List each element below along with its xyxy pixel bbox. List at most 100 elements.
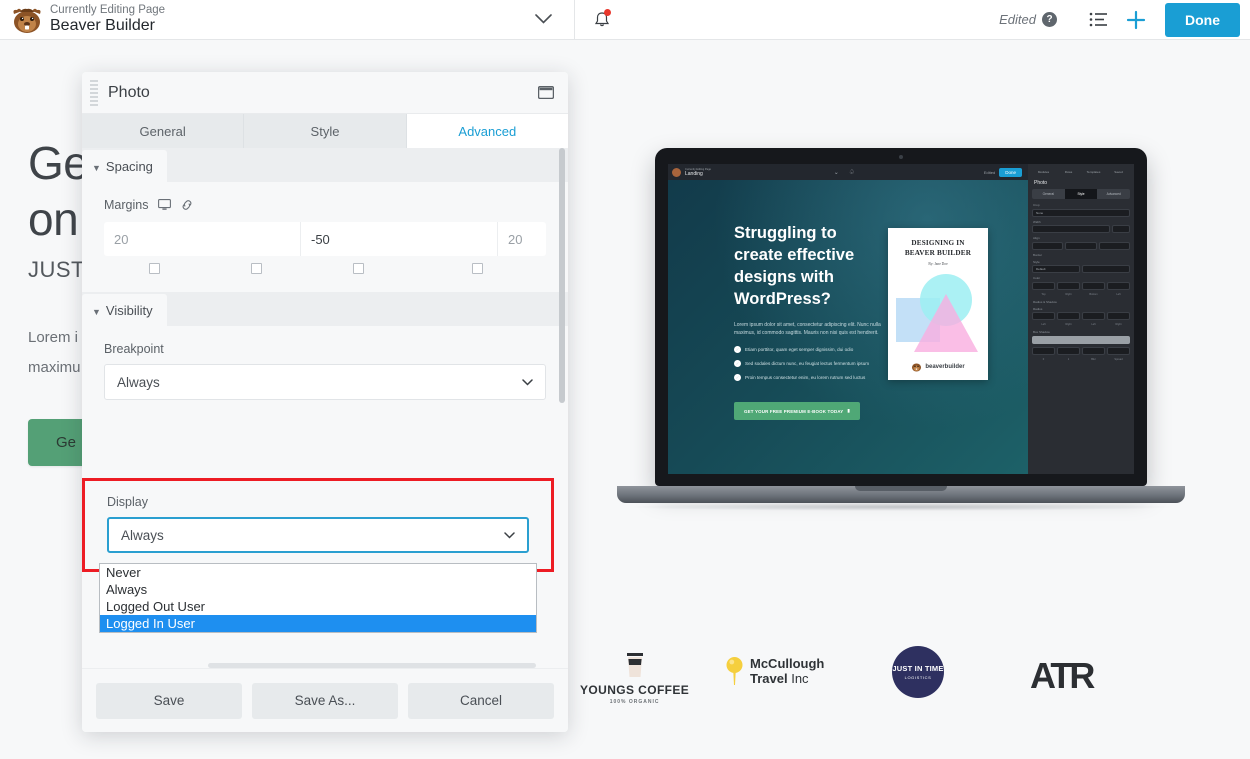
check-circle-icon: ✓ [734, 346, 741, 353]
beaver-logo-icon[interactable] [0, 5, 46, 35]
laptop-field-label-crop: Crop [1033, 203, 1040, 207]
margin-left-checkbox[interactable] [471, 263, 483, 274]
display-select[interactable]: Always [107, 517, 529, 553]
logo-youngs-coffee: YOUNGS COFFEE 100% ORGANIC [580, 652, 689, 705]
bullet-text: Etiam porttitor, quam eget semper dignis… [745, 347, 854, 352]
margins-label-row: Margins [104, 198, 546, 214]
tab-saved: Saved [1114, 170, 1123, 174]
save-button[interactable]: Save [96, 682, 242, 719]
bell-icon[interactable] [575, 0, 629, 40]
desktop-monitor-icon[interactable] [158, 199, 171, 214]
laptop-panel-tabs: Modules Rows Templates Saved [1032, 168, 1130, 176]
dock-window-icon[interactable] [537, 85, 555, 100]
display-label: Display [107, 495, 148, 509]
caption-right2: Right [1115, 323, 1122, 326]
bullet-text: Sed sodales dictum nunc, eu feugiat lect… [745, 361, 870, 366]
ebook-cover: DESIGNING IN BEAVER BUILDER By: Jane Doe [888, 228, 988, 380]
laptop-field-label-width: Width [1033, 219, 1041, 224]
tab-style[interactable]: Style [244, 114, 407, 148]
caption-left: Left [1041, 323, 1046, 326]
spacing-section-body: Margins px [82, 182, 568, 292]
dropdown-option-always[interactable]: Always [100, 581, 536, 598]
margin-bottom-checkbox[interactable] [352, 263, 364, 274]
ebook-author: By: Jane Doe [928, 262, 948, 266]
laptop-radius-br [1082, 312, 1105, 320]
laptop-bw-top [1032, 281, 1055, 290]
tab-modules: Modules [1037, 170, 1050, 174]
laptop-radius-captions: Left Right Left Right [1032, 323, 1130, 326]
laptop-shadow-blur [1082, 346, 1105, 355]
beaverbuilder-logo: beaverbuilder [888, 362, 988, 372]
visibility-section-label: Visibility [105, 303, 153, 318]
margin-bottom-input[interactable] [498, 222, 546, 256]
laptop-bar-title: Landing [685, 170, 703, 177]
link-chain-icon[interactable] [180, 199, 194, 214]
beaver-logo-icon [672, 167, 681, 177]
editing-subtitle: Currently Editing Page [50, 4, 166, 16]
atr-wordmark: ATR [1030, 655, 1095, 696]
scrollbar-thumb[interactable] [559, 148, 565, 403]
laptop-radius-tl [1032, 312, 1055, 320]
laptop-field-label-align: Align [1033, 236, 1040, 240]
display-field-highlight: Display Always Never Always Logged Out U… [82, 478, 554, 633]
coffee-cup-icon [626, 653, 643, 677]
laptop-done-button: Done [999, 167, 1022, 177]
laptop-edited-status: Edited [983, 169, 996, 175]
bullet-text: Proin tempus consectetur enim, eu lorem … [745, 375, 866, 380]
dropdown-option-never[interactable]: Never [100, 564, 536, 581]
drag-grip-icon[interactable] [90, 79, 98, 106]
logo-travel: Travel [750, 671, 788, 686]
check-circle-icon: ✓ [734, 360, 741, 367]
caption-top: Top [1041, 292, 1046, 296]
margins-inputs-row: px [104, 222, 546, 256]
logo-name: JUST IN TIME [892, 664, 944, 673]
laptop-field-label-width2: Color [1033, 276, 1041, 280]
caption-right: Right [1065, 292, 1072, 296]
breakpoint-field: Breakpoint Always [104, 342, 546, 400]
cancel-button[interactable]: Cancel [408, 682, 554, 719]
margin-top-input[interactable] [104, 222, 301, 256]
margin-right-input[interactable] [301, 222, 498, 256]
laptop-field-label-radius: Radius [1033, 306, 1043, 311]
caption-y: 1 [1067, 357, 1070, 361]
panel-scrollbar[interactable] [559, 148, 565, 668]
laptop-shadow-captions: 0 1 Blur Spread [1032, 358, 1130, 361]
tab-general[interactable]: General [82, 114, 245, 148]
logo-subtitle: LOGISTICS [904, 675, 932, 680]
chevron-down-icon[interactable] [535, 11, 552, 28]
spacing-section-toggle[interactable]: ▼ Spacing [82, 150, 167, 182]
breakpoint-select[interactable]: Always [104, 364, 546, 400]
margin-top-checkbox[interactable] [149, 263, 161, 274]
laptop-align-row [1032, 241, 1130, 250]
laptop-shadow-spread [1107, 346, 1130, 355]
laptop-shadow-x [1032, 346, 1055, 355]
logo-text: McCullough Travel Inc [750, 656, 824, 686]
admin-bar: Currently Editing Page Beaver Builder Ed… [0, 0, 1250, 40]
help-icon[interactable]: ? [1042, 12, 1057, 27]
panel-footer: Save Save As... Cancel [82, 668, 568, 732]
done-button[interactable]: Done [1165, 2, 1240, 37]
margins-label: Margins [104, 198, 149, 212]
margin-right-checkbox[interactable] [250, 263, 262, 274]
laptop-cta-button: GET YOUR FREE PREMIUM E-BOOK TODAY ▮ [734, 402, 861, 420]
laptop-bw-bottom [1082, 281, 1105, 290]
save-as-button[interactable]: Save As... [252, 682, 398, 719]
laptop-style-row: Default [1032, 265, 1130, 273]
module-settings-panel: Photo General Style Advanced ▼ Spacing Ma… [82, 72, 568, 732]
plus-icon[interactable] [1117, 0, 1155, 40]
segment-style: Style [1064, 189, 1098, 199]
bell-icon: ♤ [848, 169, 856, 176]
dropdown-option-logged-out-user[interactable]: Logged Out User [100, 598, 536, 615]
laptop-border-width-row [1032, 281, 1130, 290]
notification-dot [604, 8, 612, 16]
display-dropdown-list: Never Always Logged Out User Logged In U… [99, 563, 537, 633]
dropdown-option-logged-in-user[interactable]: Logged In User [100, 615, 536, 632]
segment-general: General [1032, 189, 1065, 199]
outline-list-icon[interactable] [1079, 0, 1117, 40]
caption-left2: Left [1091, 323, 1096, 326]
laptop-panel-title: Photo [1034, 180, 1048, 186]
panel-tabs: General Style Advanced [82, 114, 568, 148]
visibility-section-toggle[interactable]: ▼ Visibility [82, 294, 167, 326]
laptop-radius-tr [1057, 312, 1080, 320]
tab-advanced[interactable]: Advanced [406, 114, 568, 148]
